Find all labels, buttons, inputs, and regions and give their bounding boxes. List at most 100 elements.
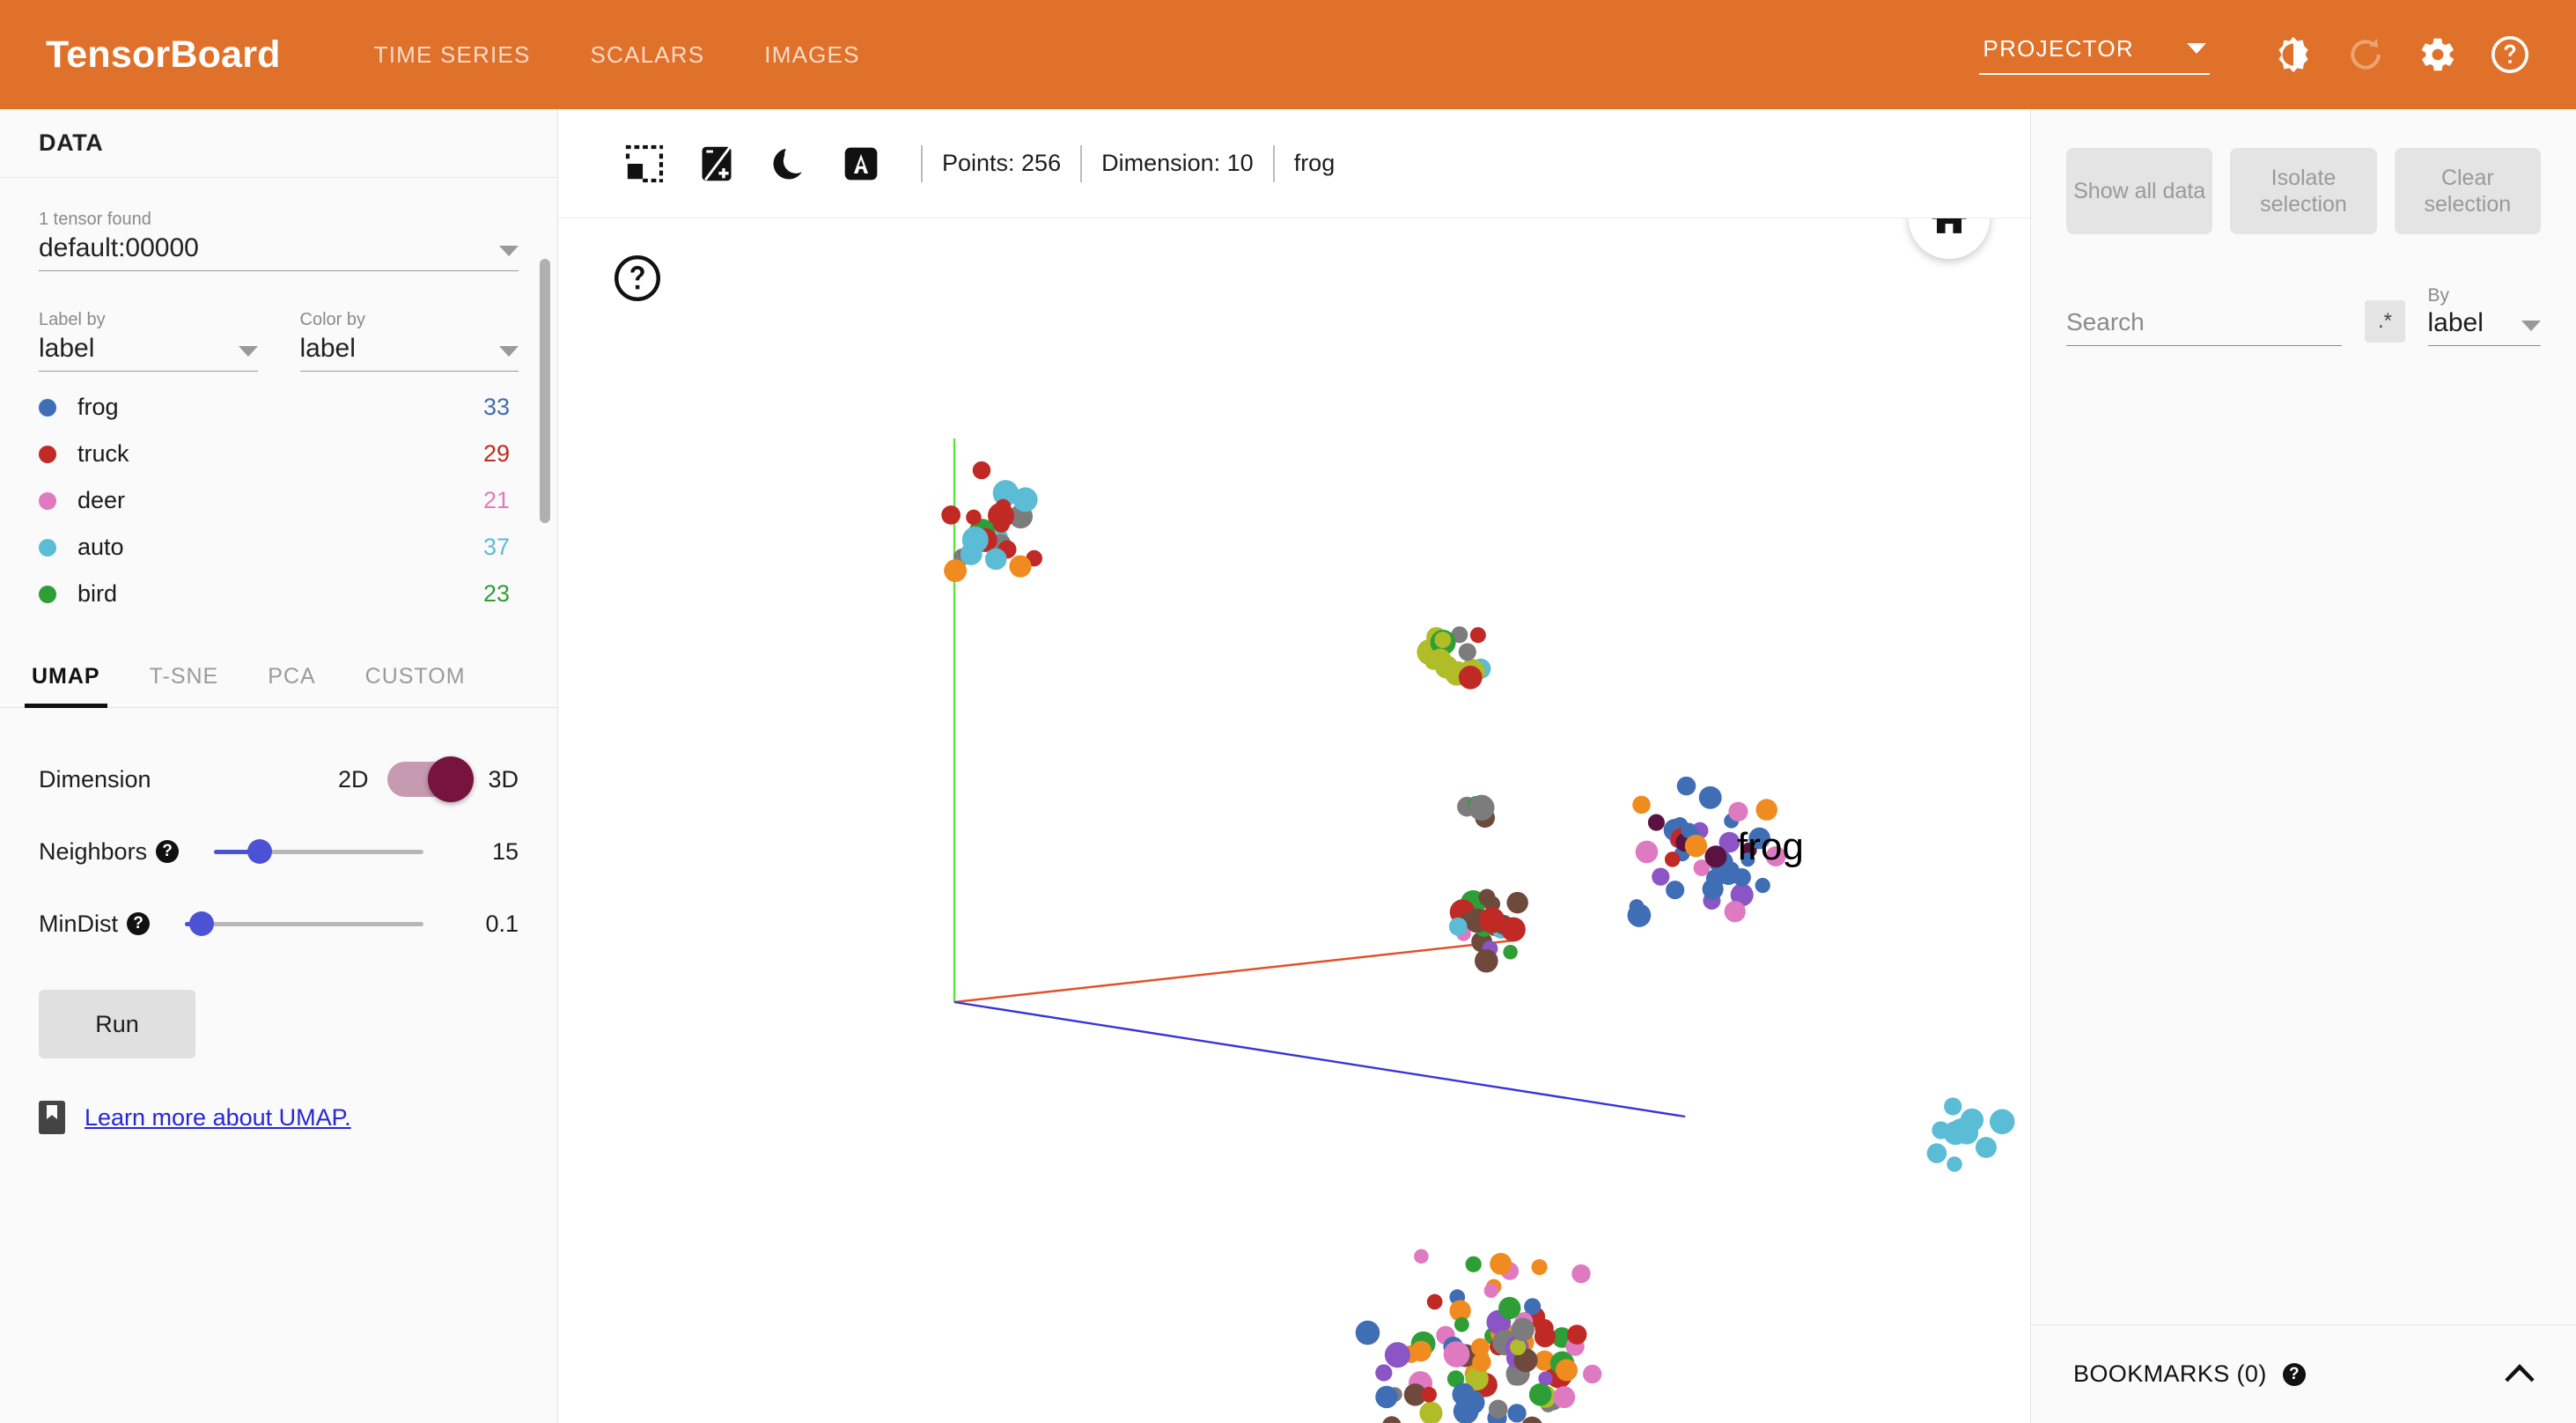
scatter-point[interactable] [1421, 1386, 1438, 1403]
scatter-point[interactable] [1469, 627, 1486, 644]
scatter-point[interactable] [1571, 1264, 1591, 1284]
night-mode-icon[interactable] [757, 132, 821, 195]
scatter-point[interactable] [1375, 1364, 1393, 1382]
scatter-point[interactable] [1627, 903, 1652, 927]
scatter-point[interactable] [1475, 948, 1498, 973]
scatter-point[interactable] [1702, 878, 1724, 900]
neighbors-slider[interactable] [214, 839, 423, 864]
help-icon[interactable]: ? [127, 912, 151, 935]
scatter-point[interactable] [1458, 643, 1476, 661]
auto-cluster[interactable] [1926, 1097, 2015, 1172]
projection-tab-t-sne[interactable]: T-SNE [150, 664, 244, 707]
mindist-slider[interactable] [185, 911, 423, 936]
scatter-point[interactable] [1503, 945, 1518, 960]
scatter-point[interactable] [1652, 867, 1670, 886]
scatter-point[interactable] [1975, 1137, 1997, 1159]
scatter-point[interactable] [1410, 1340, 1432, 1362]
scatter-point[interactable] [1728, 801, 1748, 822]
scatter-point[interactable] [1419, 1401, 1443, 1423]
bookmarks-bar[interactable]: BOOKMARKS (0) ? [2031, 1324, 2576, 1423]
scatter-point[interactable] [972, 461, 991, 480]
scatter-plot-3d[interactable]: frog [558, 218, 2030, 1423]
chevron-up-icon[interactable] [2502, 1360, 2537, 1388]
select-box-icon[interactable] [613, 132, 676, 195]
scatter-point[interactable] [1490, 1252, 1512, 1275]
sidebar-scrollbar[interactable] [540, 259, 550, 576]
tab-scalars[interactable]: SCALARS [561, 41, 735, 69]
scatter-point[interactable] [1755, 877, 1770, 894]
slider-thumb[interactable] [247, 839, 273, 864]
scatter-point[interactable] [992, 516, 1010, 533]
scatter-point[interactable] [1926, 1143, 1947, 1163]
legend-row-horse[interactable]: horse24 [39, 617, 519, 622]
mixed-lower-cluster[interactable] [1355, 1249, 1602, 1423]
scatter-point[interactable] [1479, 907, 1505, 933]
scatter-point[interactable] [1704, 845, 1727, 868]
scatter-point[interactable] [1454, 1316, 1469, 1332]
tab-images[interactable]: IMAGES [734, 41, 889, 69]
scatter-point[interactable] [1944, 1097, 1962, 1116]
dimension-toggle[interactable] [387, 756, 475, 802]
scatter-point[interactable] [1555, 1359, 1578, 1382]
help-circle-icon[interactable] [613, 254, 662, 303]
scatter-point[interactable] [1498, 1296, 1521, 1320]
scatter-point[interactable] [1426, 1294, 1443, 1310]
scatter-point[interactable] [1698, 785, 1722, 809]
ship-cluster[interactable] [1417, 626, 1491, 689]
label-by-select[interactable]: label [39, 334, 258, 372]
slider-thumb[interactable] [188, 911, 214, 936]
run-button[interactable]: Run [39, 990, 195, 1058]
scatter-point[interactable] [1947, 1156, 1962, 1172]
scatter-point[interactable] [984, 548, 1007, 571]
scatter-point[interactable] [1488, 1399, 1508, 1419]
color-by-select[interactable]: label [299, 334, 519, 372]
scatter-point[interactable] [1524, 1298, 1542, 1316]
scatter-point[interactable] [1664, 852, 1681, 867]
scatter-point[interactable] [1553, 1386, 1576, 1409]
scatter-point[interactable] [961, 526, 989, 553]
projection-tabs[interactable]: UMAP T-SNE PCA CUSTOM [0, 636, 557, 708]
scatter-point[interactable] [1483, 1283, 1499, 1298]
brightness-icon[interactable] [2266, 27, 2321, 82]
scatter-point[interactable] [1635, 840, 1659, 864]
search-field[interactable] [2066, 308, 2343, 346]
scatter-point[interactable] [1465, 1256, 1482, 1272]
scatter-point[interactable] [1755, 799, 1777, 821]
legend-row-frog[interactable]: frog 33 [39, 384, 519, 431]
scatter-point[interactable] [1382, 1416, 1402, 1423]
scatter-point[interactable] [944, 559, 968, 583]
scatter-point[interactable] [1528, 1382, 1552, 1406]
help-icon[interactable] [2483, 27, 2537, 82]
color-legend-list[interactable]: frog33truck29deer21auto37bird23horse24sh… [39, 384, 519, 622]
edit-image-icon[interactable] [685, 132, 748, 195]
scatter-point[interactable] [1534, 1325, 1556, 1348]
projection-tab-umap[interactable]: UMAP [25, 664, 125, 708]
scatter-point[interactable] [1632, 795, 1651, 815]
scatter-point[interactable] [1724, 901, 1746, 923]
clear-selection-button[interactable]: Clear selection [2394, 148, 2541, 234]
scatter-point[interactable] [1511, 1317, 1535, 1342]
legend-row-bird[interactable]: bird 23 [39, 571, 519, 617]
label-a-icon[interactable] [829, 132, 893, 195]
legend-row-auto[interactable]: auto 37 [39, 524, 519, 571]
regex-toggle-button[interactable]: .* [2365, 300, 2405, 343]
scatter-point[interactable] [1009, 555, 1032, 578]
scatter-point[interactable] [1684, 834, 1708, 858]
scatter-point[interactable] [1955, 1117, 1975, 1135]
scatter-point[interactable] [1507, 1404, 1527, 1423]
scatter-point[interactable] [1509, 1338, 1527, 1356]
scatter-point[interactable] [1666, 881, 1685, 900]
scatter-point[interactable] [1384, 1342, 1410, 1368]
scatter-point[interactable] [1506, 891, 1528, 914]
scatter-point[interactable] [966, 509, 982, 526]
scatter-point[interactable] [1434, 655, 1459, 679]
tiny-cluster[interactable] [1457, 794, 1496, 829]
show-all-data-button[interactable]: Show all data [2066, 148, 2213, 234]
scatter-point[interactable] [1375, 1385, 1398, 1409]
learn-more-link[interactable]: Learn more about UMAP. [85, 1104, 351, 1132]
scatter-point[interactable] [1582, 1364, 1602, 1384]
legend-row-deer[interactable]: deer 21 [39, 477, 519, 524]
scatter-point[interactable] [1531, 1258, 1548, 1275]
scatter-point[interactable] [1567, 1324, 1587, 1345]
isolate-selection-button[interactable]: Isolate selection [2230, 148, 2377, 234]
